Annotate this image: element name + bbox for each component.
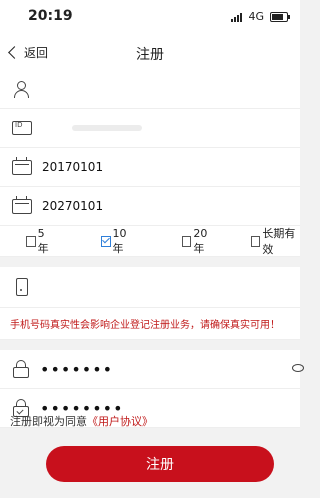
id-card-icon xyxy=(12,121,32,135)
lock-icon xyxy=(12,360,30,378)
password-field[interactable]: ••••••• xyxy=(0,350,304,389)
network-type: 4G xyxy=(248,10,264,23)
obscured-value xyxy=(72,125,142,131)
option-20-years[interactable]: 20年 xyxy=(181,227,215,256)
validity-options: 5年 10年 20年 长期有效 xyxy=(0,226,300,257)
start-date-value: 20170101 xyxy=(42,160,104,174)
password-value: ••••••• xyxy=(40,359,114,379)
checkbox-icon xyxy=(181,235,192,247)
register-button[interactable]: 注册 xyxy=(46,446,274,482)
status-time: 20:19 xyxy=(28,8,73,24)
username-field[interactable] xyxy=(0,70,300,109)
status-bar: 20:19 4G xyxy=(0,0,300,34)
battery-icon xyxy=(270,11,290,22)
calendar-icon xyxy=(12,156,32,175)
checkbox-icon xyxy=(250,235,261,247)
page-title: 注册 xyxy=(136,47,164,63)
option-10-years[interactable]: 10年 xyxy=(100,227,134,256)
checkbox-checked-icon xyxy=(100,235,111,247)
phone-icon xyxy=(16,278,28,296)
section-divider xyxy=(0,257,300,267)
signal-icon xyxy=(231,12,243,22)
phone-field[interactable] xyxy=(0,267,300,308)
nav-bar: 返回 注册 xyxy=(0,34,300,71)
agreement-prefix: 注册即视为同意 xyxy=(10,415,87,428)
user-agreement-link[interactable]: 《用户协议》 xyxy=(87,415,153,428)
start-date-field[interactable]: 20170101 xyxy=(0,148,300,187)
checkbox-icon xyxy=(26,235,36,247)
end-date-field[interactable]: 20270101 xyxy=(0,187,300,226)
option-5-years[interactable]: 5年 xyxy=(26,227,53,256)
register-form: 20170101 20270101 5年 10年 20年 长期有效 手机号码真实… xyxy=(0,70,304,428)
eye-icon[interactable] xyxy=(292,364,304,372)
user-icon xyxy=(12,80,30,98)
section-divider xyxy=(0,340,300,350)
phone-warning: 手机号码真实性会影响企业登记注册业务，请确保真实可用！ xyxy=(0,308,300,340)
option-long-term[interactable]: 长期有效 xyxy=(250,225,300,257)
calendar-icon xyxy=(12,195,32,214)
id-number-field[interactable] xyxy=(0,109,300,148)
end-date-value: 20270101 xyxy=(42,199,104,213)
agreement-text: 注册即视为同意《用户协议》 xyxy=(10,413,153,429)
status-icons: 4G xyxy=(231,10,290,23)
